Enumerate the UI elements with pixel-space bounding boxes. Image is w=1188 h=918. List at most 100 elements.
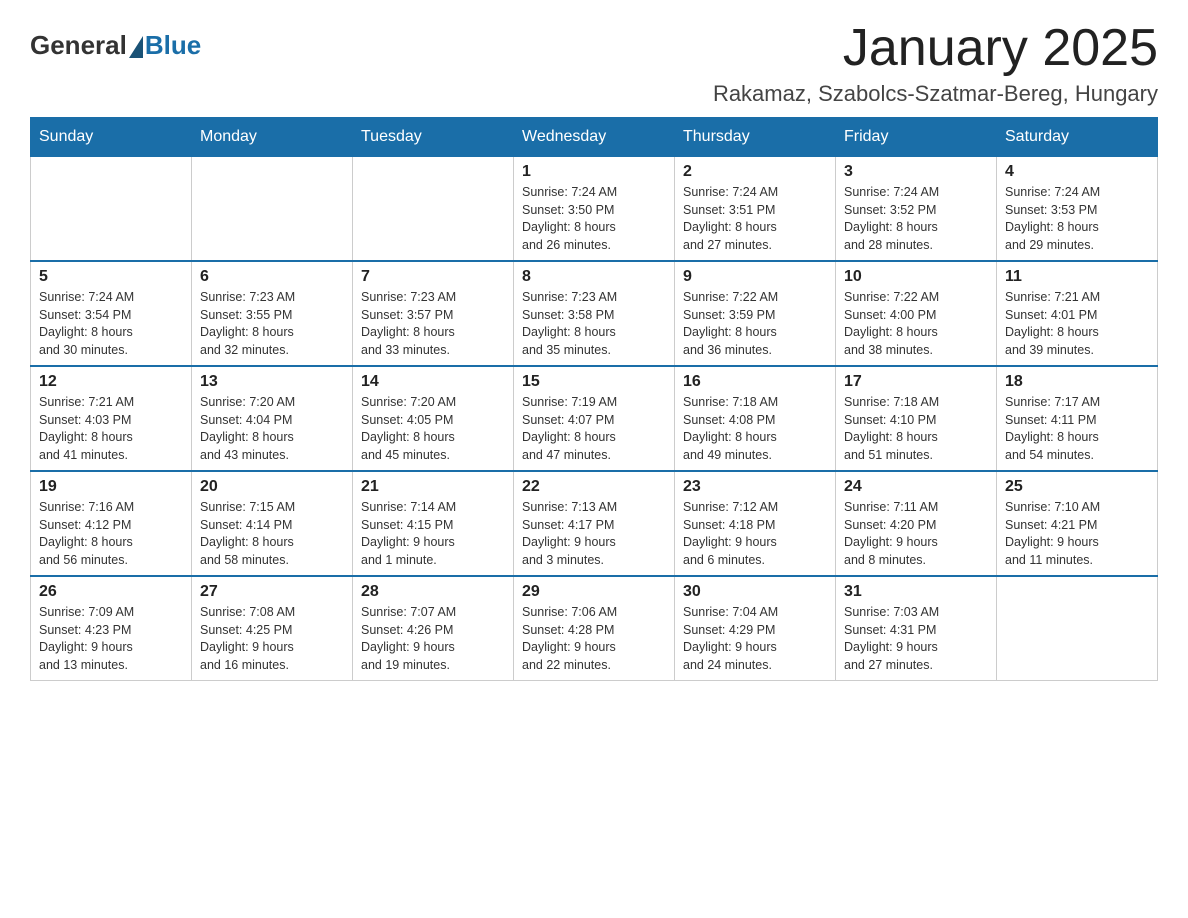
calendar-cell: 4 Sunrise: 7:24 AMSunset: 3:53 PMDaylight… <box>997 157 1158 262</box>
calendar-cell: 9 Sunrise: 7:22 AMSunset: 3:59 PMDaylight… <box>675 261 836 366</box>
day-number: 13 <box>200 373 344 391</box>
calendar-title: January 2025 <box>713 20 1158 77</box>
calendar-cell: 28 Sunrise: 7:07 AMSunset: 4:26 PMDayligh… <box>353 576 514 681</box>
logo-blue-text: Blue <box>145 30 201 61</box>
calendar-cell: 3Sunrise: 7:24 AMSunset: 3:52 PMDaylight… <box>836 157 997 262</box>
calendar-cell: 19Sunrise: 7:16 AMSunset: 4:12 PMDayligh… <box>31 471 192 576</box>
calendar-header-row: SundayMondayTuesdayWednesdayThursdayFrid… <box>31 118 1158 157</box>
calendar-cell: 8 Sunrise: 7:23 AMSunset: 3:58 PMDaylight… <box>514 261 675 366</box>
day-number: 8 <box>522 268 666 286</box>
calendar-cell: 21 Sunrise: 7:14 AMSunset: 4:15 PMDayligh… <box>353 471 514 576</box>
day-number: 26 <box>39 583 183 601</box>
day-number: 15 <box>522 373 666 391</box>
day-info: Sunrise: 7:06 AMSunset: 4:28 PMDaylight:… <box>522 604 666 674</box>
header-sunday: Sunday <box>31 118 192 157</box>
calendar-cell: 29 Sunrise: 7:06 AMSunset: 4:28 PMDayligh… <box>514 576 675 681</box>
day-info: Sunrise: 7:18 AMSunset: 4:08 PMDaylight:… <box>683 394 827 464</box>
day-info: Sunrise: 7:18 AMSunset: 4:10 PMDaylight:… <box>844 394 988 464</box>
calendar-table: SundayMondayTuesdayWednesdayThursdayFrid… <box>30 117 1158 681</box>
calendar-cell: 11 Sunrise: 7:21 AMSunset: 4:01 PMDayligh… <box>997 261 1158 366</box>
calendar-cell: 20Sunrise: 7:15 AMSunset: 4:14 PMDayligh… <box>192 471 353 576</box>
day-number: 17 <box>844 373 988 391</box>
calendar-cell: 16 Sunrise: 7:18 AMSunset: 4:08 PMDayligh… <box>675 366 836 471</box>
day-info: Sunrise: 7:22 AMSunset: 4:00 PMDaylight:… <box>844 289 988 359</box>
day-number: 18 <box>1005 373 1149 391</box>
calendar-cell: 14Sunrise: 7:20 AMSunset: 4:05 PMDayligh… <box>353 366 514 471</box>
day-number: 30 <box>683 583 827 601</box>
day-info: Sunrise: 7:11 AMSunset: 4:20 PMDaylight:… <box>844 499 988 569</box>
day-info: Sunrise: 7:19 AMSunset: 4:07 PMDaylight:… <box>522 394 666 464</box>
calendar-cell: 6Sunrise: 7:23 AMSunset: 3:55 PMDaylight… <box>192 261 353 366</box>
day-number: 1 <box>522 163 666 181</box>
day-number: 12 <box>39 373 183 391</box>
day-info: Sunrise: 7:07 AMSunset: 4:26 PMDaylight:… <box>361 604 505 674</box>
day-info: Sunrise: 7:17 AMSunset: 4:11 PMDaylight:… <box>1005 394 1149 464</box>
day-number: 6 <box>200 268 344 286</box>
day-number: 10 <box>844 268 988 286</box>
calendar-cell: 5 Sunrise: 7:24 AMSunset: 3:54 PMDaylight… <box>31 261 192 366</box>
header-monday: Monday <box>192 118 353 157</box>
calendar-cell <box>31 157 192 262</box>
day-info: Sunrise: 7:21 AMSunset: 4:03 PMDaylight:… <box>39 394 183 464</box>
header-saturday: Saturday <box>997 118 1158 157</box>
calendar-cell: 7 Sunrise: 7:23 AMSunset: 3:57 PMDaylight… <box>353 261 514 366</box>
day-number: 31 <box>844 583 988 601</box>
calendar-cell: 17 Sunrise: 7:18 AMSunset: 4:10 PMDayligh… <box>836 366 997 471</box>
calendar-cell: 15 Sunrise: 7:19 AMSunset: 4:07 PMDayligh… <box>514 366 675 471</box>
logo: General Blue <box>30 30 201 61</box>
day-number: 28 <box>361 583 505 601</box>
day-number: 19 <box>39 478 183 496</box>
calendar-cell: 24Sunrise: 7:11 AMSunset: 4:20 PMDayligh… <box>836 471 997 576</box>
day-number: 20 <box>200 478 344 496</box>
calendar-week-row: 12 Sunrise: 7:21 AMSunset: 4:03 PMDayligh… <box>31 366 1158 471</box>
day-info: Sunrise: 7:14 AMSunset: 4:15 PMDaylight:… <box>361 499 505 569</box>
day-number: 5 <box>39 268 183 286</box>
logo-triangle-icon <box>129 36 143 58</box>
day-info: Sunrise: 7:20 AMSunset: 4:04 PMDaylight:… <box>200 394 344 464</box>
calendar-cell: 1 Sunrise: 7:24 AMSunset: 3:50 PMDaylight… <box>514 157 675 262</box>
calendar-week-row: 26 Sunrise: 7:09 AMSunset: 4:23 PMDayligh… <box>31 576 1158 681</box>
day-number: 9 <box>683 268 827 286</box>
day-info: Sunrise: 7:24 AMSunset: 3:53 PMDaylight:… <box>1005 184 1149 254</box>
day-info: Sunrise: 7:10 AMSunset: 4:21 PMDaylight:… <box>1005 499 1149 569</box>
header-tuesday: Tuesday <box>353 118 514 157</box>
calendar-subtitle: Rakamaz, Szabolcs-Szatmar-Bereg, Hungary <box>713 81 1158 107</box>
day-number: 4 <box>1005 163 1149 181</box>
day-number: 21 <box>361 478 505 496</box>
day-number: 16 <box>683 373 827 391</box>
calendar-cell <box>997 576 1158 681</box>
calendar-cell <box>353 157 514 262</box>
day-number: 25 <box>1005 478 1149 496</box>
day-number: 7 <box>361 268 505 286</box>
calendar-week-row: 1 Sunrise: 7:24 AMSunset: 3:50 PMDaylight… <box>31 157 1158 262</box>
day-number: 29 <box>522 583 666 601</box>
header-thursday: Thursday <box>675 118 836 157</box>
day-info: Sunrise: 7:21 AMSunset: 4:01 PMDaylight:… <box>1005 289 1149 359</box>
calendar-cell: 30 Sunrise: 7:04 AMSunset: 4:29 PMDayligh… <box>675 576 836 681</box>
logo-general-text: General <box>30 30 127 61</box>
day-number: 22 <box>522 478 666 496</box>
title-area: January 2025 Rakamaz, Szabolcs-Szatmar-B… <box>713 20 1158 107</box>
day-info: Sunrise: 7:12 AMSunset: 4:18 PMDaylight:… <box>683 499 827 569</box>
day-info: Sunrise: 7:24 AMSunset: 3:52 PMDaylight:… <box>844 184 988 254</box>
day-info: Sunrise: 7:22 AMSunset: 3:59 PMDaylight:… <box>683 289 827 359</box>
day-info: Sunrise: 7:13 AMSunset: 4:17 PMDaylight:… <box>522 499 666 569</box>
calendar-cell: 10 Sunrise: 7:22 AMSunset: 4:00 PMDayligh… <box>836 261 997 366</box>
header-friday: Friday <box>836 118 997 157</box>
day-info: Sunrise: 7:23 AMSunset: 3:57 PMDaylight:… <box>361 289 505 359</box>
day-number: 14 <box>361 373 505 391</box>
calendar-cell <box>192 157 353 262</box>
day-info: Sunrise: 7:23 AMSunset: 3:58 PMDaylight:… <box>522 289 666 359</box>
calendar-cell: 26 Sunrise: 7:09 AMSunset: 4:23 PMDayligh… <box>31 576 192 681</box>
day-info: Sunrise: 7:24 AMSunset: 3:51 PMDaylight:… <box>683 184 827 254</box>
header: General Blue January 2025 Rakamaz, Szabo… <box>30 20 1158 107</box>
day-info: Sunrise: 7:24 AMSunset: 3:50 PMDaylight:… <box>522 184 666 254</box>
header-wednesday: Wednesday <box>514 118 675 157</box>
day-number: 2 <box>683 163 827 181</box>
day-number: 11 <box>1005 268 1149 286</box>
day-info: Sunrise: 7:04 AMSunset: 4:29 PMDaylight:… <box>683 604 827 674</box>
day-info: Sunrise: 7:24 AMSunset: 3:54 PMDaylight:… <box>39 289 183 359</box>
calendar-cell: 23Sunrise: 7:12 AMSunset: 4:18 PMDayligh… <box>675 471 836 576</box>
day-info: Sunrise: 7:09 AMSunset: 4:23 PMDaylight:… <box>39 604 183 674</box>
calendar-cell: 2 Sunrise: 7:24 AMSunset: 3:51 PMDaylight… <box>675 157 836 262</box>
